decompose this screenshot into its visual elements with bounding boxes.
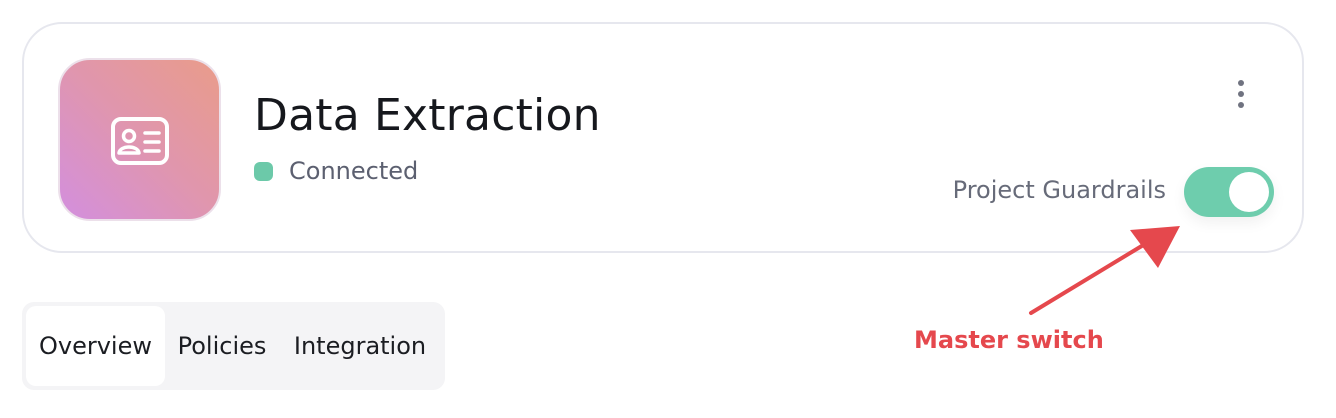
annotation-label: Master switch — [914, 326, 1104, 354]
annotation-arrow — [1029, 226, 1180, 315]
